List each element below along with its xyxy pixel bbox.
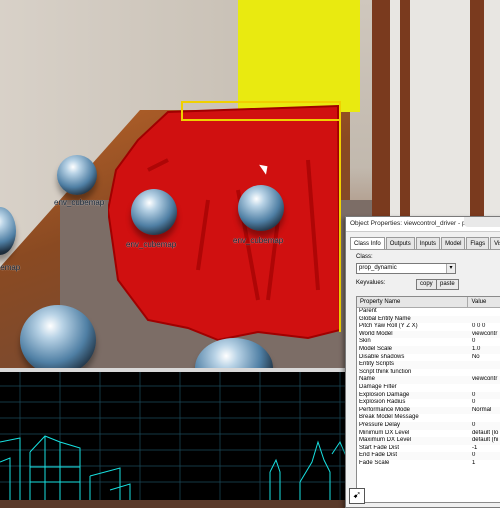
property-value-cell: default (hi <box>471 437 499 444</box>
property-value-cell: 0 <box>471 391 476 398</box>
tab-class-info[interactable]: Class Info <box>350 237 385 249</box>
property-name-cell: Damage Filter <box>359 383 397 390</box>
sphere-label: env_cubemap <box>54 198 105 207</box>
env-cubemap-sphere[interactable] <box>20 305 96 372</box>
property-name-cell: Break Model Message <box>359 414 419 421</box>
table-row[interactable]: Name viewcontr <box>357 376 500 384</box>
property-name-cell: Pitch Yaw Roll (Y Z X) <box>359 323 418 330</box>
wireframe-grid <box>0 372 350 500</box>
table-row[interactable]: Global Entity Name <box>357 315 500 324</box>
table-row[interactable]: Damage Filter <box>357 384 500 392</box>
property-value-cell <box>468 316 500 324</box>
property-name-cell: End Fade Dist <box>359 452 398 459</box>
property-name-cell: Minimum DX Level <box>359 429 410 436</box>
property-name-cell: Fade Scale <box>359 459 390 466</box>
property-name-cell: Global Entity Name <box>359 315 411 322</box>
property-value-cell <box>468 384 500 392</box>
class-select-value: prop_dynamic <box>359 265 397 271</box>
tab-model[interactable]: Model <box>441 237 466 249</box>
copy-button[interactable]: copy <box>416 279 437 290</box>
table-row[interactable]: Maximum DX Level default (hi <box>357 437 500 445</box>
property-name-cell: Parent <box>359 308 377 314</box>
tab-flags[interactable]: Flags <box>466 237 490 249</box>
env-cubemap-sphere[interactable] <box>238 185 284 231</box>
yellow-panel <box>238 0 360 112</box>
property-value-cell: viewcontr <box>471 330 498 337</box>
property-name-cell: Performance Mode <box>359 406 411 413</box>
class-label: Class: <box>356 254 373 260</box>
table-row[interactable]: Fade Scale 1 <box>357 460 500 468</box>
table-row[interactable]: Parent <box>357 308 500 316</box>
keyvalues-grid[interactable]: Property Name Value Parent Global Entity … <box>356 296 500 503</box>
property-value-cell: 1.0 <box>471 345 481 352</box>
table-row[interactable]: Entity Scripts <box>357 361 500 369</box>
env-cubemap-sphere[interactable] <box>131 189 177 235</box>
table-row[interactable]: Start Fade Dist -1 <box>357 445 500 453</box>
property-value-cell: 0 <box>471 452 476 459</box>
table-row[interactable]: Minimum DX Level default (lo <box>357 430 500 438</box>
column-header-value[interactable]: Value <box>468 297 500 307</box>
property-value-cell: 0 <box>471 421 476 428</box>
property-name-cell: Skin <box>359 338 371 345</box>
grid-header: Property Name Value <box>357 297 500 308</box>
sphere-label: env_cubemap <box>126 240 177 249</box>
table-row[interactable]: Explosion Damage 0 <box>357 391 500 400</box>
property-name-cell: Explosion Damage <box>359 391 410 398</box>
property-name-cell: Maximum DX Level <box>359 437 412 444</box>
property-value-cell: 1 <box>471 459 476 466</box>
property-value-cell <box>468 361 500 369</box>
grid-rows: Parent Global Entity Name Pitch Yaw Roll (… <box>357 308 500 467</box>
table-row[interactable]: Skin 0 <box>357 338 500 346</box>
table-row[interactable]: Disable shadows No <box>357 354 500 362</box>
sphere-label: env_cubemap <box>233 236 284 245</box>
table-row[interactable]: Performance Mode Normal <box>357 406 500 415</box>
table-row[interactable]: End Fade Dist 0 <box>357 452 500 460</box>
table-row[interactable]: Model Scale 1.0 <box>357 345 500 354</box>
table-row[interactable]: Break Model Message <box>357 414 500 422</box>
property-value-cell: 0 0 0 <box>471 323 486 330</box>
tab-inputs[interactable]: Inputs <box>415 237 441 249</box>
property-value-cell <box>468 308 500 316</box>
property-name-cell: Entity Scripts <box>359 361 395 368</box>
property-value-cell: default (lo <box>471 429 499 436</box>
env-cubemap-sphere[interactable] <box>57 155 97 195</box>
property-name-cell: Name <box>359 376 376 383</box>
property-name-cell: Script think function <box>359 368 412 375</box>
column-header-property-name[interactable]: Property Name <box>357 297 469 307</box>
property-name-cell: Disable shadows <box>359 353 405 360</box>
sphere-label: env_cubemap <box>0 263 21 272</box>
property-name-cell: Model Scale <box>359 345 393 352</box>
property-name-cell: Pressure Delay <box>359 421 401 428</box>
property-value-cell <box>468 369 500 377</box>
tab-outputs[interactable]: Outputs <box>385 237 415 249</box>
table-row[interactable]: Script think function <box>357 369 500 377</box>
wireframe-viewport[interactable] <box>0 372 350 500</box>
property-name-cell: Start Fade Dist <box>359 444 400 451</box>
property-value-cell: Normal <box>471 406 492 413</box>
property-value-cell: No <box>471 353 480 360</box>
table-row[interactable]: Explosion Radius 0 <box>357 399 500 407</box>
property-value-cell <box>468 414 500 422</box>
property-name-cell: World Model <box>359 330 393 337</box>
eyedropper-icon[interactable]: ➹ <box>349 488 365 504</box>
table-row[interactable]: World Model viewcontr <box>357 330 500 339</box>
tab-visgroup[interactable]: VisGroup <box>490 237 500 249</box>
property-value-cell: -1 <box>471 444 478 451</box>
table-row[interactable]: Pitch Yaw Roll (Y Z X) 0 0 0 <box>357 323 500 331</box>
paste-button[interactable]: paste <box>436 279 459 290</box>
title-bar-buttons[interactable] <box>464 217 500 227</box>
property-name-cell: Explosion Radius <box>359 399 406 406</box>
property-value-cell: viewcontr <box>471 376 498 383</box>
chevron-down-icon[interactable]: ▾ <box>446 264 455 273</box>
property-value-cell: 0 <box>471 338 476 345</box>
table-row[interactable]: Pressure Delay 0 <box>357 421 500 430</box>
keyvalues-label: Keyvalues: <box>356 280 386 286</box>
tab-bar: Class Info Outputs Inputs Model Flags Vi… <box>350 237 500 250</box>
class-select[interactable]: prop_dynamic ▾ <box>356 263 456 274</box>
property-value-cell: 0 <box>471 399 476 406</box>
object-properties-dialog[interactable]: Object Properties: viewcontrol_driver - … <box>345 216 500 508</box>
